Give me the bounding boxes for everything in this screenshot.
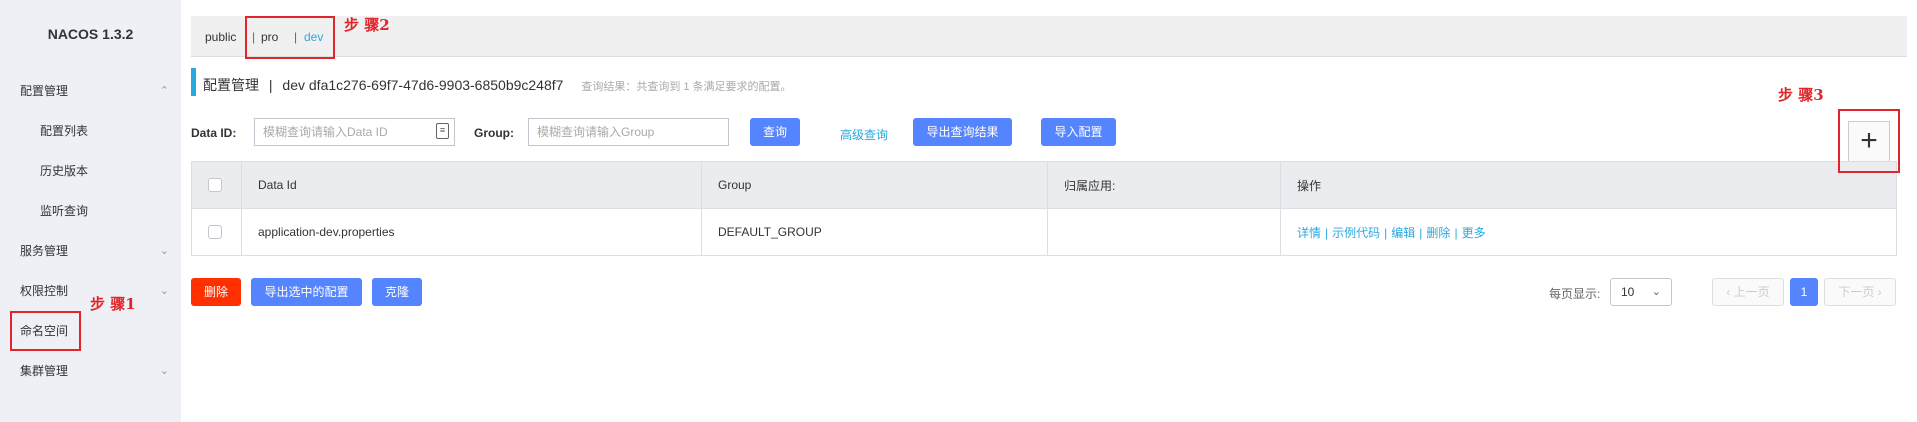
chevron-down-icon: ⌄ xyxy=(1651,286,1661,298)
column-header: 归属应用: xyxy=(1047,161,1281,209)
sidebar-item-label: 监听查询 xyxy=(40,204,89,218)
page-title: 配置管理 | dev dfa1c276-69f7-47d6-9903-6850b… xyxy=(203,75,792,95)
sidebar: NACOS 1.3.2 配置管理 ⌃ 配置列表 历史版本 监听查询 服务管理 ⌄… xyxy=(0,0,181,422)
export-selected-button[interactable]: 导出选中的配置 xyxy=(251,278,362,306)
title-accent-bar xyxy=(191,68,196,96)
sidebar-item-cluster-management[interactable]: 集群管理 ⌄ xyxy=(0,351,181,391)
title-section: 配置管理 xyxy=(203,77,259,93)
query-result-text: 查询结果：共查询到 1 条满足要求的配置。 xyxy=(581,81,792,93)
brand-title: NACOS 1.3.2 xyxy=(47,26,134,42)
cell-group: DEFAULT_GROUP xyxy=(701,208,1048,256)
sidebar-item-config-list[interactable]: 配置列表 xyxy=(0,111,181,151)
import-config-button[interactable]: 导入配置 xyxy=(1041,118,1116,146)
chevron-down-icon: ⌄ xyxy=(159,365,169,377)
sidebar-item-listener-query[interactable]: 监听查询 xyxy=(0,191,181,231)
group-label: Group: xyxy=(474,126,514,140)
checkbox[interactable] xyxy=(208,178,222,193)
next-page-label: 下一页 xyxy=(1838,285,1875,299)
annotation-step2: 步 骤2 xyxy=(344,16,390,34)
chevron-down-icon: ⌄ xyxy=(159,285,169,297)
checkbox[interactable] xyxy=(208,225,222,240)
data-id-label: Data ID: xyxy=(191,126,237,140)
column-header: Data Id xyxy=(241,161,702,209)
page-size-select[interactable]: 10 ⌄ xyxy=(1610,278,1672,306)
annotation-box-plus xyxy=(1838,109,1900,173)
namespace-tabbar: public | pro | dev xyxy=(191,16,1907,57)
delete-link[interactable]: 删除 xyxy=(1426,226,1450,240)
annotation-step1: 步 骤1 xyxy=(90,295,136,313)
more-link[interactable]: 更多 xyxy=(1462,226,1486,240)
sidebar-item-label: 历史版本 xyxy=(40,164,89,178)
title-namespace: dev xyxy=(282,77,305,93)
title-namespace-id: dfa1c276-69f7-47d6-9903-6850b9c248f7 xyxy=(308,77,564,93)
export-query-results-button[interactable]: 导出查询结果 xyxy=(913,118,1012,146)
page-size-value: 10 xyxy=(1621,285,1635,299)
sidebar-item-config-management[interactable]: 配置管理 ⌃ xyxy=(0,71,181,111)
sidebar-item-service-management[interactable]: 服务管理 ⌄ xyxy=(0,231,181,271)
table-row: application-dev.properties DEFAULT_GROUP… xyxy=(191,208,1897,256)
clipboard-icon[interactable]: ≡ xyxy=(436,123,449,139)
annotation-step3: 步 骤3 xyxy=(1778,86,1824,104)
column-header: Group xyxy=(701,161,1048,209)
sidebar-item-label: 权限控制 xyxy=(20,284,69,298)
table-header-row: Data Id Group 归属应用: 操作 xyxy=(191,161,1897,209)
next-page-button[interactable]: 下一页 › xyxy=(1824,278,1896,306)
config-table: Data Id Group 归属应用: 操作 application-dev.p… xyxy=(191,161,1897,256)
title-separator: | xyxy=(268,77,273,93)
cell-operations: 详情 | 示例代码 | 编辑 | 删除 | 更多 xyxy=(1280,208,1897,256)
sidebar-item-label: 集群管理 xyxy=(20,364,69,378)
clone-button[interactable]: 克隆 xyxy=(372,278,422,306)
cell-app xyxy=(1047,208,1281,256)
row-select-cell[interactable] xyxy=(191,208,242,256)
sidebar-item-label: 服务管理 xyxy=(20,244,69,258)
query-button[interactable]: 查询 xyxy=(750,118,800,146)
edit-link[interactable]: 编辑 xyxy=(1391,226,1415,240)
cell-data-id: application-dev.properties xyxy=(241,208,702,256)
current-page-button[interactable]: 1 xyxy=(1790,278,1818,306)
page-size-label: 每页显示: xyxy=(1549,287,1601,301)
annotation-box-namespace xyxy=(10,311,81,351)
data-id-input[interactable] xyxy=(254,118,455,146)
group-input[interactable] xyxy=(528,118,729,146)
tab-public[interactable]: public xyxy=(205,30,236,44)
header-select-all[interactable] xyxy=(191,161,242,209)
sidebar-item-history[interactable]: 历史版本 xyxy=(0,151,181,191)
sidebar-item-label: 配置管理 xyxy=(20,84,69,98)
advanced-query-link[interactable]: 高级查询 xyxy=(840,126,888,143)
prev-page-button[interactable]: ‹ 上一页 xyxy=(1712,278,1784,306)
prev-page-label: 上一页 xyxy=(1733,285,1770,299)
annotation-box-tabs xyxy=(245,16,335,59)
sidebar-item-label: 配置列表 xyxy=(40,124,89,138)
chevron-down-icon: ⌄ xyxy=(159,245,169,257)
chevron-up-icon: ⌃ xyxy=(159,85,169,97)
column-header: 操作 xyxy=(1280,161,1897,209)
delete-button[interactable]: 删除 xyxy=(191,278,241,306)
sample-code-link[interactable]: 示例代码 xyxy=(1332,226,1380,240)
details-link[interactable]: 详情 xyxy=(1297,226,1321,240)
